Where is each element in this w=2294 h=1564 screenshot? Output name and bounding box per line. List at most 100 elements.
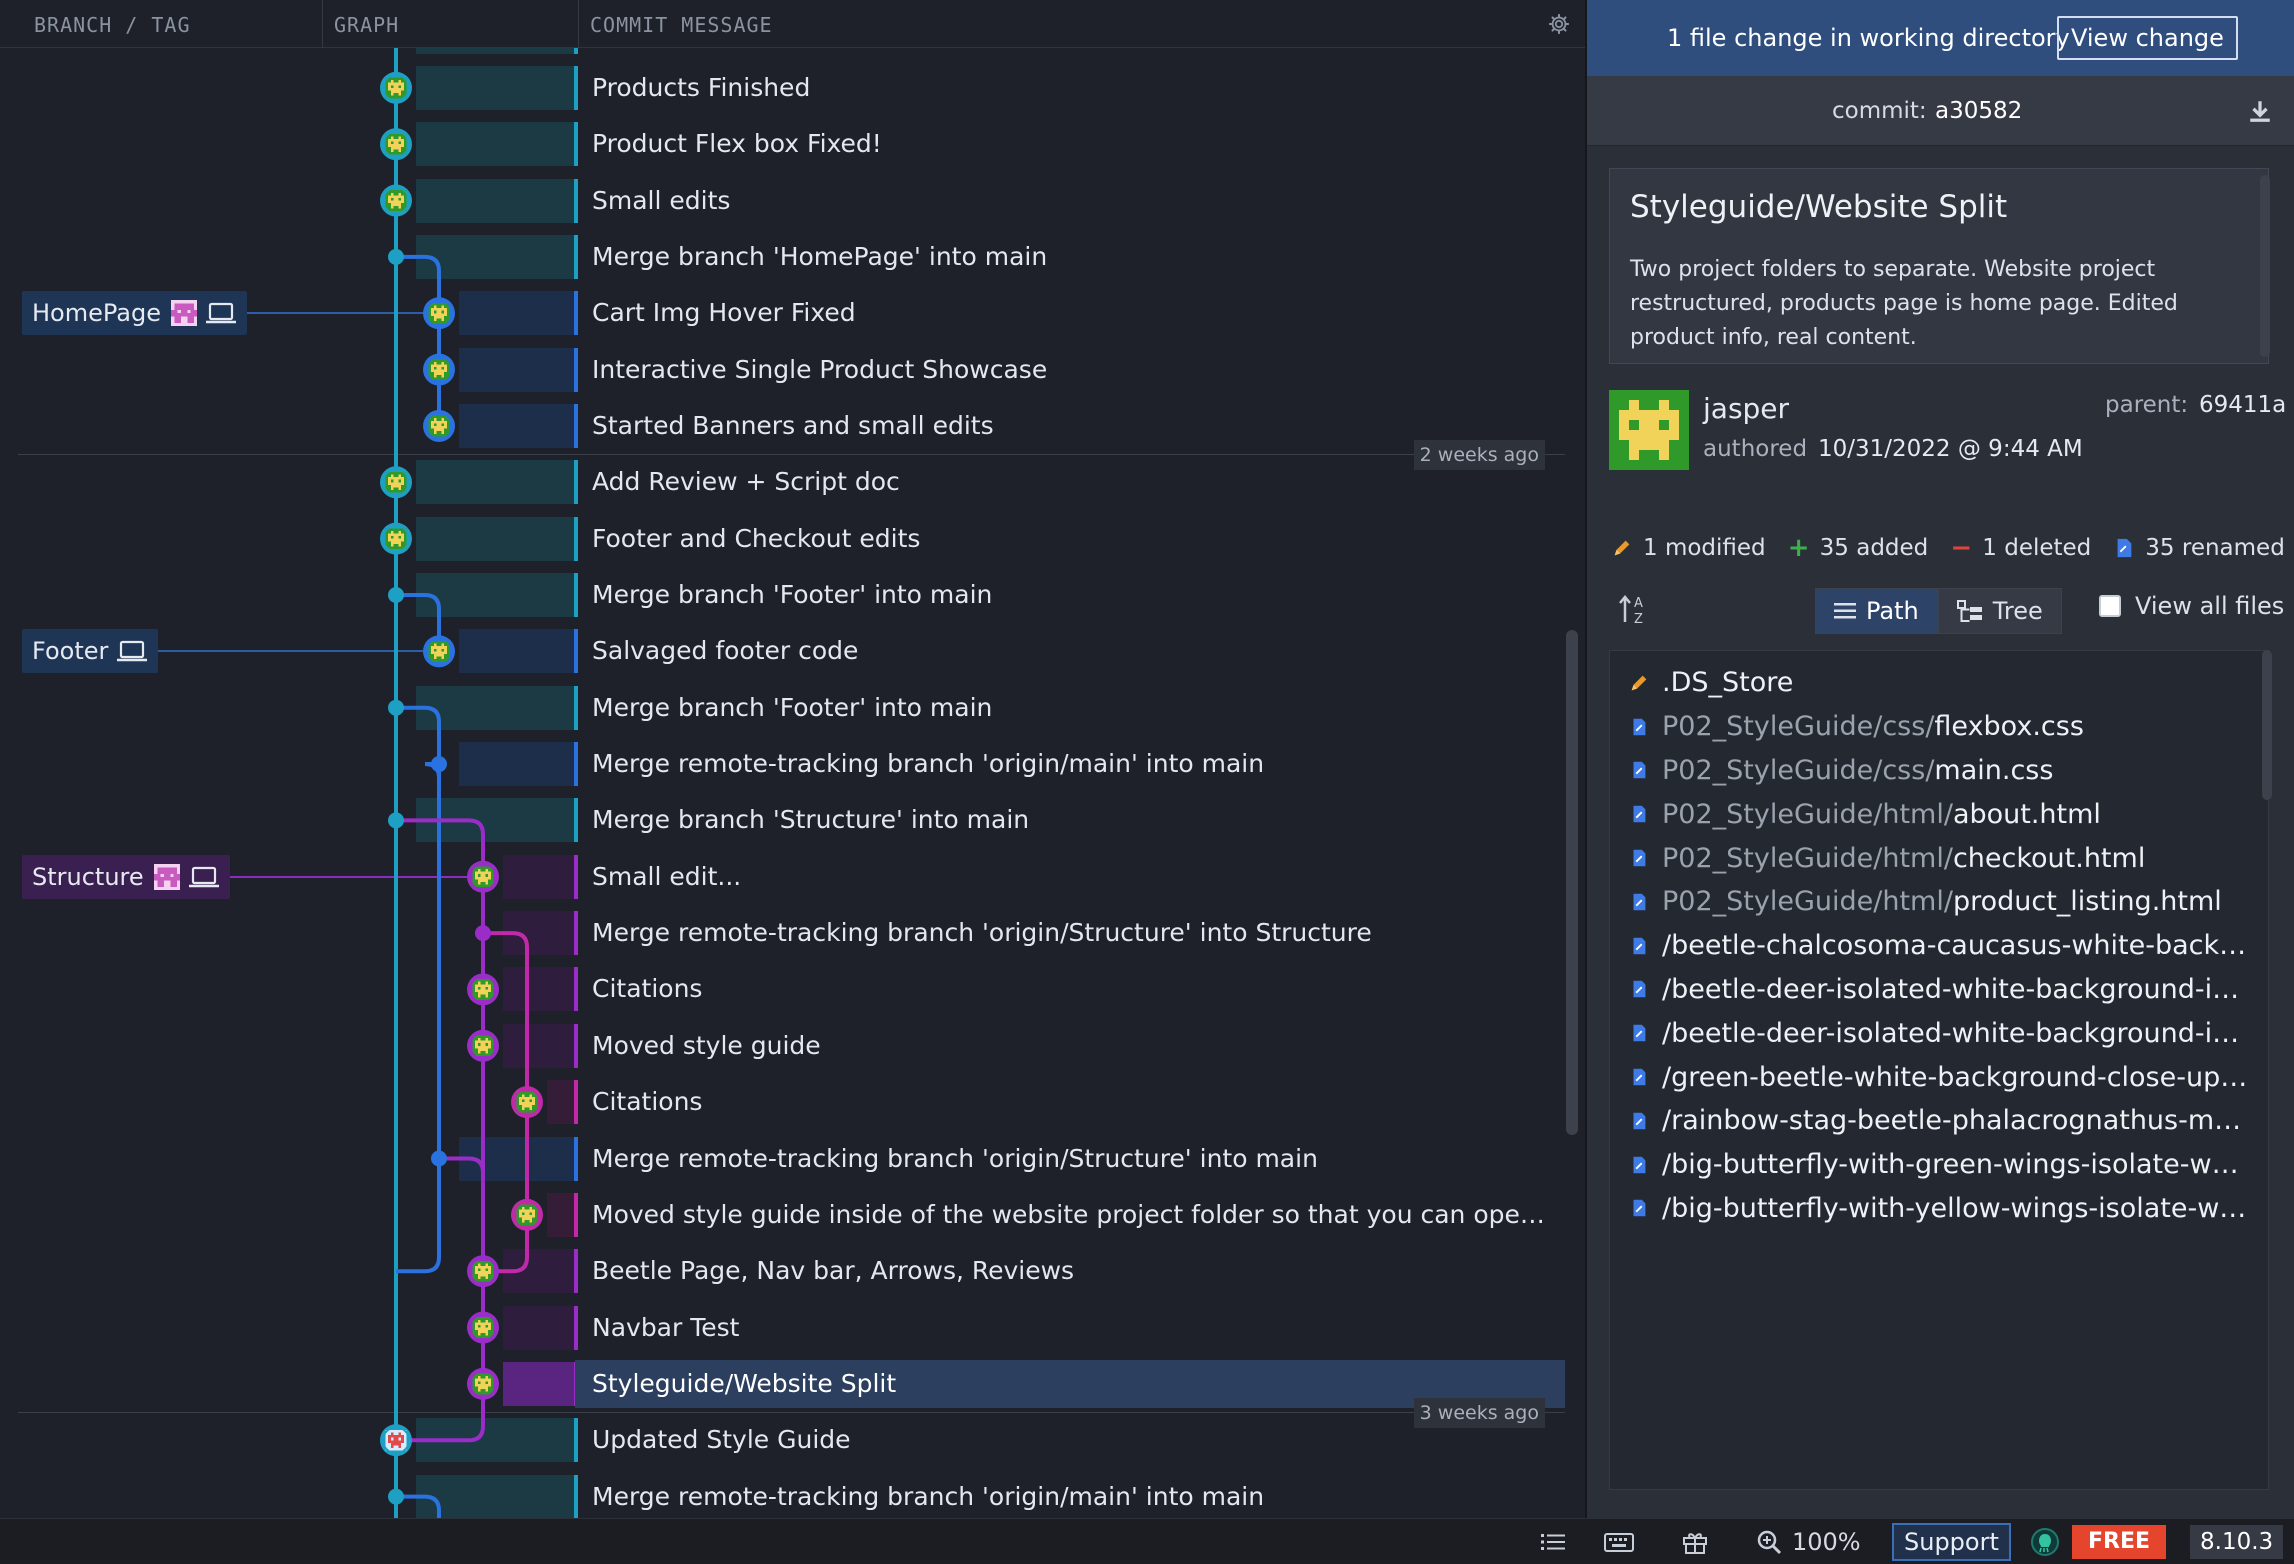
commit-title: Styleguide/Website Split	[1630, 189, 2008, 225]
file-name: /big-butterfly-with-green-wings-isolate-…	[1662, 1149, 2250, 1181]
view-all-files-label: View all files	[2135, 592, 2285, 620]
file-row[interactable]: .DS_Store	[1610, 661, 2250, 705]
column-header: BRANCH / TAG GRAPH COMMIT MESSAGE	[0, 0, 1585, 48]
modified-count: 1 modified	[1643, 535, 1766, 561]
laptop-icon	[117, 641, 148, 662]
commit-detail-panel: 1 file change in working directory View …	[1585, 0, 2294, 1518]
tree-icon	[1956, 600, 1982, 622]
commit-message: Merge remote-tracking branch 'origin/Str…	[592, 918, 1372, 948]
commit-message: Small edits	[592, 185, 731, 215]
graph-scrollbar[interactable]	[1566, 630, 1578, 1135]
gitkraken-logo-icon[interactable]	[2031, 1528, 2059, 1556]
commit-avatar	[428, 415, 450, 437]
commit-avatar	[428, 640, 450, 662]
file-row[interactable]: P02_StyleGuide/html/about.html	[1610, 792, 2250, 836]
laptop-icon	[205, 303, 236, 324]
parent-sha[interactable]: 69411a	[2199, 392, 2286, 418]
file-row[interactable]: P02_StyleGuide/html/product_listing.html	[1610, 880, 2250, 924]
file-row[interactable]: P02_StyleGuide/css/flexbox.css	[1610, 705, 2250, 749]
renamed-count: 35 renamed	[2145, 535, 2285, 561]
commit-message: Small edit...	[592, 861, 742, 891]
file-row[interactable]: /beetle-deer-isolated-white-background-i…	[1610, 1011, 2250, 1055]
wip-banner: 1 file change in working directory View …	[1587, 0, 2294, 76]
column-divider[interactable]	[578, 0, 579, 48]
svg-text:A: A	[1634, 596, 1643, 611]
merge-node	[388, 1488, 404, 1505]
gear-icon[interactable]	[1548, 13, 1570, 35]
sort-az-icon[interactable]: A Z	[1617, 592, 1649, 626]
file-name: /rainbow-stag-beetle-phalacrognathus-mu.…	[1662, 1105, 2250, 1137]
file-row[interactable]: /beetle-chalcosoma-caucasus-white-backgr…	[1610, 924, 2250, 968]
commit-sha[interactable]: a30582	[1935, 76, 2022, 146]
download-icon[interactable]	[2247, 98, 2273, 124]
commit-message: Merge branch 'HomePage' into main	[592, 241, 1048, 271]
support-button[interactable]: Support	[1892, 1523, 2011, 1561]
commit-avatar	[516, 1091, 538, 1113]
activity-log-icon[interactable]	[1540, 1530, 1566, 1554]
file-row[interactable]: /rainbow-stag-beetle-phalacrognathus-mu.…	[1610, 1099, 2250, 1143]
tree-view-button[interactable]: Tree	[1937, 588, 2062, 634]
renamed-file-icon	[1633, 1112, 1646, 1130]
file-row[interactable]: /beetle-deer-isolated-white-background-i…	[1610, 968, 2250, 1012]
column-divider[interactable]	[322, 0, 323, 48]
plan-badge[interactable]: FREE	[2072, 1525, 2167, 1559]
gift-icon[interactable]	[1682, 1530, 1708, 1554]
renamed-file-icon	[1633, 762, 1646, 779]
commit-avatar	[472, 1373, 494, 1395]
commit-message: Started Banners and small edits	[592, 410, 994, 440]
pencil-icon	[1614, 540, 1630, 556]
file-list-scrollbar[interactable]	[2262, 650, 2272, 800]
file-stats: 1 modified + 35 added − 1 deleted 35 ren…	[1611, 532, 2294, 564]
file-row[interactable]: /green-beetle-white-background-close-up_…	[1610, 1055, 2250, 1099]
renamed-file-icon	[2117, 538, 2132, 558]
view-all-files-toggle[interactable]: View all files	[2099, 592, 2284, 620]
author-avatar	[1609, 390, 1689, 470]
svg-text:Z: Z	[1634, 612, 1643, 626]
zoom-icon	[1757, 1530, 1782, 1555]
merge-node	[431, 756, 447, 773]
message-scrollbar[interactable]	[2260, 175, 2270, 357]
branch-label-homepage[interactable]: HomePage	[22, 291, 247, 336]
file-dir: P02_StyleGuide/html/	[1662, 842, 1953, 874]
branch-tag-column-header[interactable]: BRANCH / TAG	[34, 0, 191, 48]
commit-message-column-header[interactable]: COMMIT MESSAGE	[590, 0, 773, 48]
commit-message: Footer and Checkout edits	[592, 523, 921, 553]
view-all-files-checkbox[interactable]	[2099, 595, 2121, 617]
path-view-label: Path	[1866, 597, 1919, 625]
plus-icon: +	[1787, 533, 1810, 563]
keyboard-icon[interactable]	[1604, 1530, 1634, 1554]
view-mode-toggle: Path Tree	[1815, 588, 2062, 634]
branch-name: Structure	[32, 862, 144, 891]
commit-message: Cart Img Hover Fixed	[592, 298, 856, 328]
commit-graph-pane: Gitkraken issues. Products actually fini…	[0, 0, 1585, 1518]
commit-message: Salvaged footer code	[592, 636, 859, 666]
commit-avatar	[472, 866, 494, 888]
file-row[interactable]: /big-butterfly-with-yellow-wings-isolate…	[1610, 1187, 2250, 1231]
branch-label-footer[interactable]: Footer	[22, 629, 159, 674]
author-name: jasper	[1703, 392, 1790, 425]
pencil-icon	[1631, 675, 1647, 691]
graph-branch-curve	[396, 705, 441, 765]
file-row[interactable]: P02_StyleGuide/html/checkout.html	[1610, 836, 2250, 880]
commit-message: Product Flex box Fixed!	[592, 129, 882, 159]
file-row[interactable]: /big-butterfly-with-green-wings-isolate-…	[1610, 1143, 2250, 1187]
commit-message: Navbar Test	[592, 1312, 740, 1342]
merge-node	[388, 812, 404, 829]
file-dir: P02_StyleGuide/css/	[1662, 711, 1935, 743]
laptop-icon	[188, 866, 219, 888]
graph-column-header[interactable]: GRAPH	[334, 0, 399, 48]
file-row[interactable]: P02_StyleGuide/css/main.css	[1610, 749, 2250, 793]
commit-avatar	[385, 77, 407, 99]
branch-label-structure[interactable]: Structure	[22, 854, 230, 899]
zoom-control[interactable]: 100%	[1756, 1519, 1861, 1564]
commit-message-box[interactable]: Styleguide/Website Split Two project fol…	[1609, 168, 2270, 364]
changed-files-list: .DS_Store P02_StyleGuide/css/flexbox.css P…	[1609, 650, 2269, 1490]
commit-avatar	[428, 302, 450, 324]
view-change-button[interactable]: View change	[2057, 16, 2238, 60]
renamed-file-icon	[1633, 1200, 1646, 1217]
file-dir: P02_StyleGuide/html/	[1662, 886, 1953, 918]
commit-avatar	[472, 979, 494, 1000]
path-view-button[interactable]: Path	[1815, 588, 1938, 634]
file-name: /big-butterfly-with-yellow-wings-isolate…	[1662, 1192, 2250, 1224]
added-count: 35 added	[1819, 535, 1929, 561]
